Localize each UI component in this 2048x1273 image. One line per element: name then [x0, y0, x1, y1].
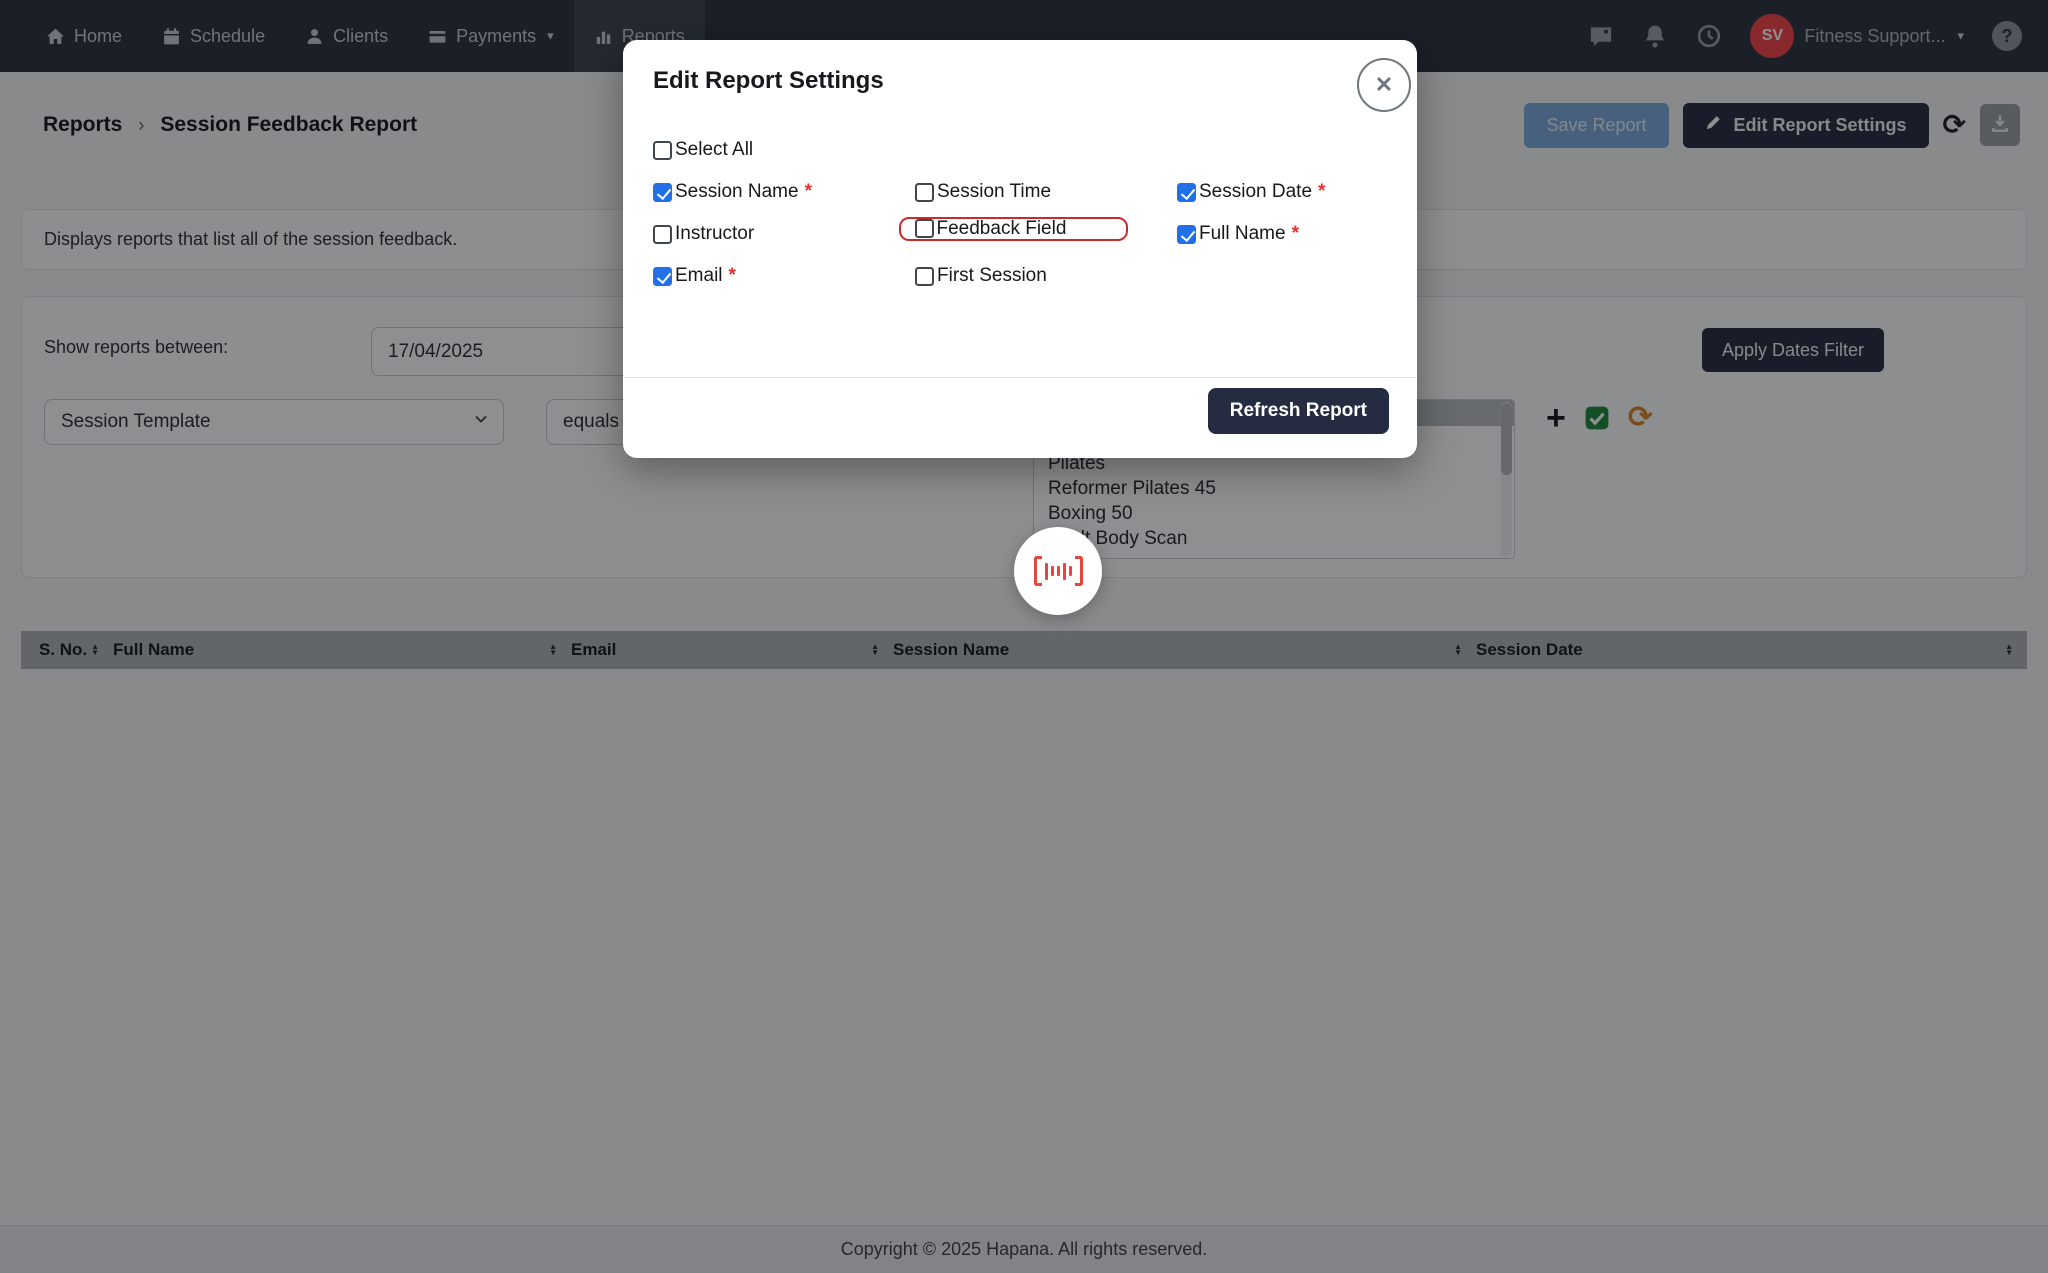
checkbox-icon	[915, 183, 934, 202]
refresh-report-button[interactable]: Refresh Report	[1208, 388, 1389, 434]
modal-title: Edit Report Settings	[653, 66, 1347, 96]
close-button[interactable]: ✕	[1357, 58, 1411, 112]
checkbox-row: InstructorFeedback FieldFull Name*	[653, 222, 1417, 246]
page: Home Schedule Clients Payments ▾ Reports…	[0, 0, 2048, 1273]
select-all-row: Select All	[653, 138, 1417, 162]
checkbox-session-time[interactable]: Session Time	[915, 180, 1177, 204]
required-asterisk: *	[1318, 181, 1325, 203]
required-asterisk: *	[1292, 223, 1299, 245]
checkbox-instructor[interactable]: Instructor	[653, 222, 915, 246]
barcode-scan-icon	[1034, 556, 1083, 586]
checkbox-session-date[interactable]: Session Date*	[1177, 180, 1417, 204]
loading-spinner	[1014, 527, 1102, 615]
checkbox-email[interactable]: Email*	[653, 264, 915, 288]
checkbox-icon	[1177, 183, 1196, 202]
checkbox-grid: Session Name*Session TimeSession Date* In…	[653, 180, 1417, 288]
checkbox-icon	[653, 267, 672, 286]
checkbox-row: Email*First Session	[653, 264, 1417, 288]
close-icon: ✕	[1375, 72, 1393, 98]
modal-footer: Refresh Report	[623, 377, 1417, 458]
checkbox-icon	[915, 267, 934, 286]
checkbox-icon	[653, 183, 672, 202]
checkbox-feedback-field[interactable]: Feedback Field	[899, 217, 1129, 241]
modal-header: Edit Report Settings ✕	[623, 40, 1417, 96]
checkbox-row: Session Name*Session TimeSession Date*	[653, 180, 1417, 204]
checkbox-icon	[915, 219, 934, 238]
required-asterisk: *	[805, 181, 812, 203]
checkbox-icon	[653, 225, 672, 244]
modal-body: Select All Session Name*Session TimeSess…	[623, 96, 1417, 288]
checkbox-select-all[interactable]: Select All	[653, 138, 915, 162]
checkbox-first-session[interactable]: First Session	[915, 264, 1177, 288]
edit-report-settings-modal: Edit Report Settings ✕ Select All Sessio…	[623, 40, 1417, 458]
checkbox-icon	[1177, 225, 1196, 244]
checkbox-full-name[interactable]: Full Name*	[1177, 222, 1417, 246]
checkbox-session-name[interactable]: Session Name*	[653, 180, 915, 204]
checkbox-icon	[653, 141, 672, 160]
required-asterisk: *	[729, 265, 736, 287]
